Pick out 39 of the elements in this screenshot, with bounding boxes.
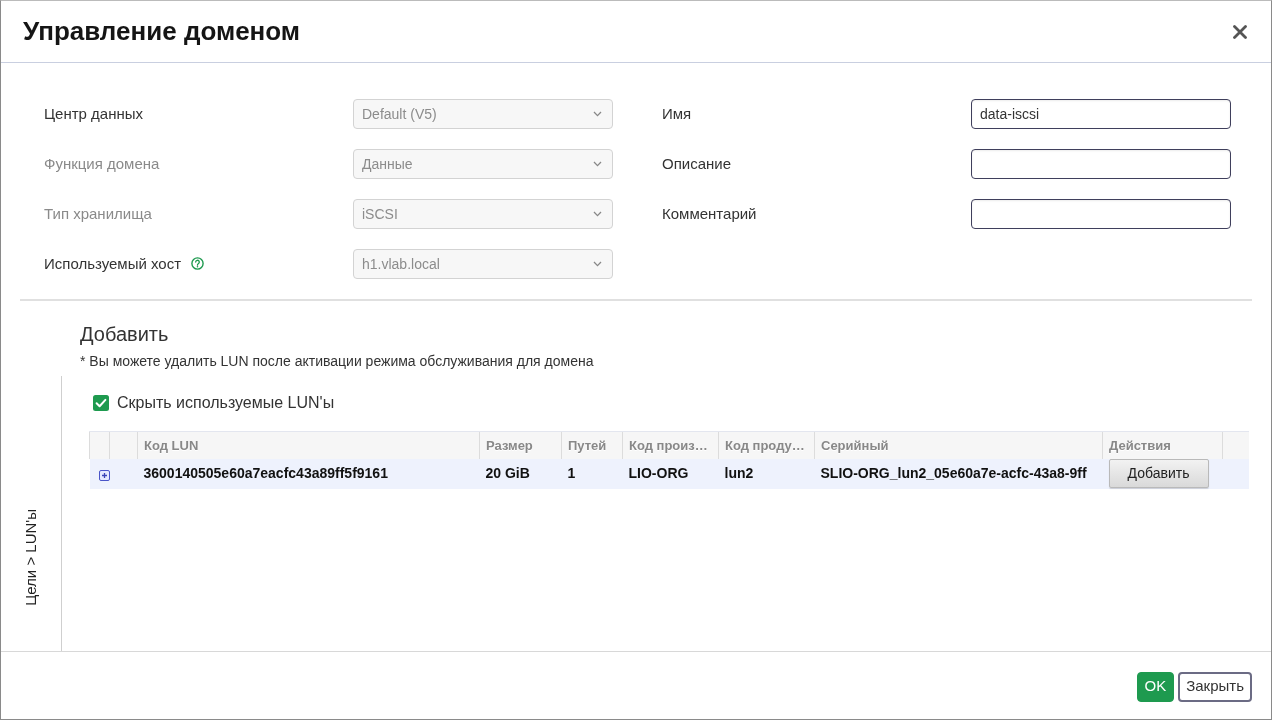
column-header[interactable]: Код произ… [622,431,719,459]
chevron-icon [593,161,602,167]
section-title: Добавить [80,322,170,346]
table-cell: LIO-ORG [622,458,719,489]
column-header[interactable]: Путей [561,431,623,459]
checkbox-label: Скрыть используемые LUN'ы [117,393,335,413]
checkbox[interactable] [93,395,109,411]
close-icon [1233,24,1247,39]
note-text: * Вы можете удалить LUN после активации режима обслуживания для домена [80,352,595,371]
input-field[interactable] [971,199,1231,229]
field-label: Описание [662,153,733,174]
column-header[interactable]: Код проду… [718,431,815,459]
ok-button[interactable]: OK [1136,671,1175,702]
table-cell: 20 GiB [479,458,562,489]
table-cell: SLIO-ORG_lun2_05e60a7e-acfc-43a8-9ff [814,458,1103,489]
column-header[interactable]: Код LUN [137,431,480,459]
table-cell: 3600140505e60a7eacfc43a89ff5f9161 [137,458,480,489]
add-button[interactable]: Добавить [1108,459,1209,488]
field-label: Используемый хост [44,254,182,272]
table-row[interactable]: 3600140505e60a7eacfc43a89ff5f9161 20 GiB 1 LIO-ORG lun2 SLIO-ORG_lun2_05e60a7e-acfc-43a8-9ff Добавить [89,458,1249,489]
side-tab[interactable]: Цели > LUN'ы [19,509,43,606]
column-header[interactable]: Серийный [814,431,1103,459]
table-cell: 1 [561,458,623,489]
close-button[interactable]: Закрыть [1178,671,1252,702]
chevron-icon [593,111,602,117]
column-header[interactable]: Действия [1102,431,1223,459]
table-cell: lun2 [718,458,815,489]
field-label: Тип хранилища [44,203,153,224]
field-label: Комментарий [662,203,758,224]
input-field[interactable] [971,149,1231,179]
expand-icon[interactable] [98,470,110,481]
chevron-icon [593,261,602,267]
input-field[interactable]: data-iscsi [971,99,1231,129]
field-label: Имя [662,103,693,124]
column-header[interactable]: Размер [479,431,562,459]
field-label: Центр данных [44,103,145,124]
dialog-title: Управление доменом [23,15,301,48]
field-label: Функция домена [44,153,161,174]
chevron-icon [593,211,602,217]
